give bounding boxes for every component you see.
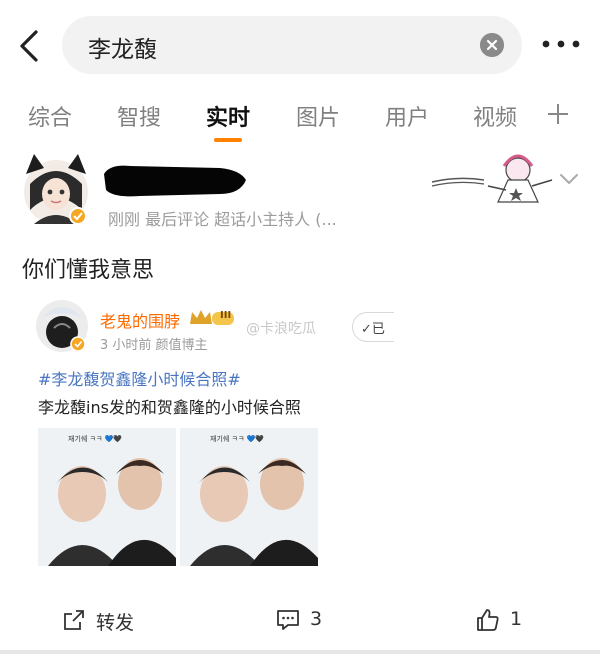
repost-button[interactable]: 转发	[62, 606, 162, 636]
comment-icon	[277, 610, 299, 630]
repost-meta: 3 小时前 颜值博主	[100, 338, 208, 353]
watermark: @卡浪吃瓜	[246, 321, 316, 337]
like-count: 1	[510, 608, 523, 630]
redacted-username	[104, 165, 246, 197]
caret-down-icon[interactable]	[558, 172, 580, 186]
avatar[interactable]	[20, 154, 92, 226]
comment-count: 3	[310, 608, 323, 630]
tab-videos[interactable]: 视频	[473, 100, 517, 132]
repost-text: 李龙馥ins发的和贺鑫隆的小时候合照	[38, 398, 301, 417]
search-bar[interactable]: 李龙馥	[62, 16, 522, 74]
repost-author[interactable]: 老鬼的围脖	[100, 308, 180, 332]
topic-link[interactable]: #李龙馥贺鑫隆小时候合照#	[38, 366, 241, 390]
plus-icon[interactable]	[546, 102, 570, 126]
vip-level: III	[220, 310, 232, 321]
active-tab-indicator	[214, 138, 242, 142]
tab-users[interactable]: 用户	[385, 100, 429, 132]
comment-button[interactable]: 3	[276, 606, 346, 636]
verified-icon	[69, 207, 87, 225]
tab-realtime[interactable]: 实时	[206, 100, 250, 132]
photo-1-image	[38, 428, 176, 566]
divider	[0, 650, 600, 654]
photo-1[interactable]: 재기쉐 ㅋㅋ 💙🖤	[38, 428, 176, 566]
tab-images[interactable]: 图片	[296, 100, 340, 132]
tab-bar: 综合 智搜 实时 图片 用户 视频	[0, 96, 600, 144]
post-text: 你们懂我意思	[22, 258, 155, 283]
repost-label: 转发	[96, 612, 135, 634]
like-button[interactable]: 1	[476, 606, 546, 636]
more-icon[interactable]	[540, 37, 582, 51]
tab-smart-search[interactable]: 智搜	[117, 100, 161, 132]
action-bar: 转发 3 1	[0, 596, 600, 646]
search-query[interactable]: 李龙馥	[88, 30, 157, 64]
post-meta: 刚刚 最后评论 超话小主持人 (...	[108, 210, 337, 229]
repost-card[interactable]: 老鬼的围脖 III 3 小时前 颜值博主 @卡浪吃瓜 ✓已 #李龙馥贺鑫隆小时候…	[24, 288, 394, 576]
tab-comprehensive[interactable]: 综合	[28, 100, 72, 132]
follow-button[interactable]: ✓已	[352, 312, 394, 342]
photo-1-caption: 재기쉐 ㅋㅋ 💙🖤	[68, 435, 123, 443]
photo-2[interactable]: 재기쉐 ㅋㅋ 💙🖤	[180, 428, 318, 566]
back-icon[interactable]	[14, 26, 44, 66]
decoration-sticker	[431, 154, 553, 203]
share-icon	[64, 610, 84, 630]
top-bar: 李龙馥	[0, 0, 600, 92]
photo-2-image	[180, 428, 318, 566]
repost-avatar[interactable]	[34, 298, 90, 354]
photo-2-caption: 재기쉐 ㅋㅋ 💙🖤	[210, 435, 265, 443]
clear-icon[interactable]	[480, 33, 504, 57]
like-icon	[477, 609, 499, 631]
